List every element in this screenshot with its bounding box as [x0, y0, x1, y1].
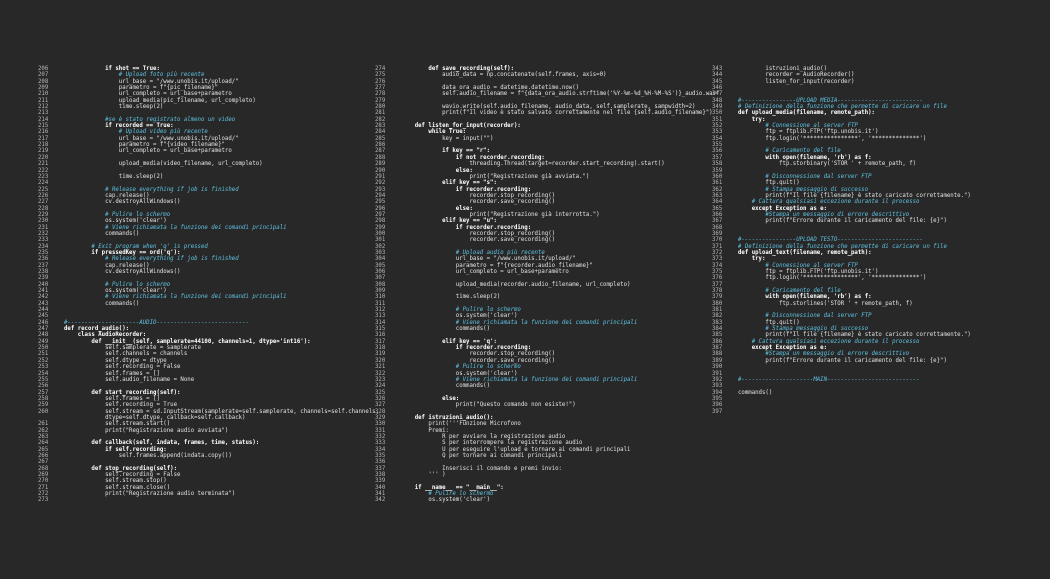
code-line: 342 os.system('clear') [375, 497, 695, 503]
code-text: ftp.login('****************', '*********… [738, 135, 927, 142]
line-number: 342 [375, 497, 386, 504]
code-text: cv.destroyAllWindows() [64, 199, 181, 206]
code-text: recorder.save_recording() [401, 237, 556, 244]
line-number: 273 [38, 497, 49, 504]
code-text: print("Questo comando non esiste!") [401, 402, 576, 409]
code-line: 278 self.audio_filename = f"{data_ora_au… [375, 91, 719, 97]
code-text: commands() [738, 389, 773, 396]
code-comment: #---------------------MAIN--------------… [738, 376, 920, 383]
code-text: audio_data = np.concatenate(self.frames,… [401, 72, 607, 79]
code-text: commands() [64, 230, 140, 237]
line-number: 397 [712, 408, 723, 415]
code-column-3: 343 istruzioni_audio() 344 recorder = Aud… [712, 66, 1032, 415]
code-text: print(f"Il video è stato salvato corrett… [401, 110, 713, 117]
code-text: key = input("") [401, 135, 494, 142]
code-text: commands() [64, 300, 140, 307]
code-column-2: 274 def save_recording(self): 275 audio_d… [375, 66, 719, 504]
code-text: upload_media(recorder.audio_filename, ur… [401, 281, 631, 288]
code-editor-view: 206 if shot == True: 207 # Upload foto pi… [0, 0, 1050, 579]
code-text: time.sleep(2) [64, 173, 164, 180]
code-text: ftp.login('****************', '*********… [738, 275, 927, 282]
code-line: 273 [38, 497, 358, 503]
code-text: print(f"Errore durante il caricamento de… [738, 218, 947, 225]
code-text: ftp.storlines('STOR ' + remote_path, f) [738, 300, 913, 307]
code-text: cv.destroyAllWindows() [64, 269, 181, 275]
code-column-1: 206 if shot == True: 207 # Upload foto pi… [38, 66, 379, 504]
code-text: ''' ) [401, 472, 446, 478]
code-text: self.frames.append(indata.copy()) [64, 452, 232, 459]
code-text: time.sleep(2) [64, 104, 164, 111]
code-line: 281 print(f"Il video è stato salvato cor… [375, 110, 713, 116]
code-text: self.audio_filename = f"{data_ora_audio.… [401, 91, 720, 98]
code-text: listen_for_input(recorder) [738, 78, 855, 85]
code-text: upload_media(video_filename, url_complet… [64, 161, 263, 168]
code-text: Q per tornare ai comandi principali [401, 452, 562, 459]
code-line: 397 [712, 409, 1032, 415]
code-text: print("Registrazione audio terminata") [64, 491, 236, 498]
code-text: commands() [401, 383, 491, 390]
code-text: print("Registrazione audio avviata") [64, 427, 229, 434]
code-text: self.audio_filename = None [64, 376, 195, 383]
code-text: os.system('clear') [401, 497, 491, 504]
code-text: url_completo = url_base+parametro [64, 148, 232, 155]
code-text: url_completo = url_base+parametro [401, 269, 569, 275]
code-text: commands() [401, 326, 491, 333]
code-text: print(f"Errore durante il caricamento de… [738, 357, 947, 364]
code-text: time.sleep(2) [401, 294, 501, 301]
code-text: ftp.storbinary('STOR ' + remote_path, f) [738, 161, 917, 168]
